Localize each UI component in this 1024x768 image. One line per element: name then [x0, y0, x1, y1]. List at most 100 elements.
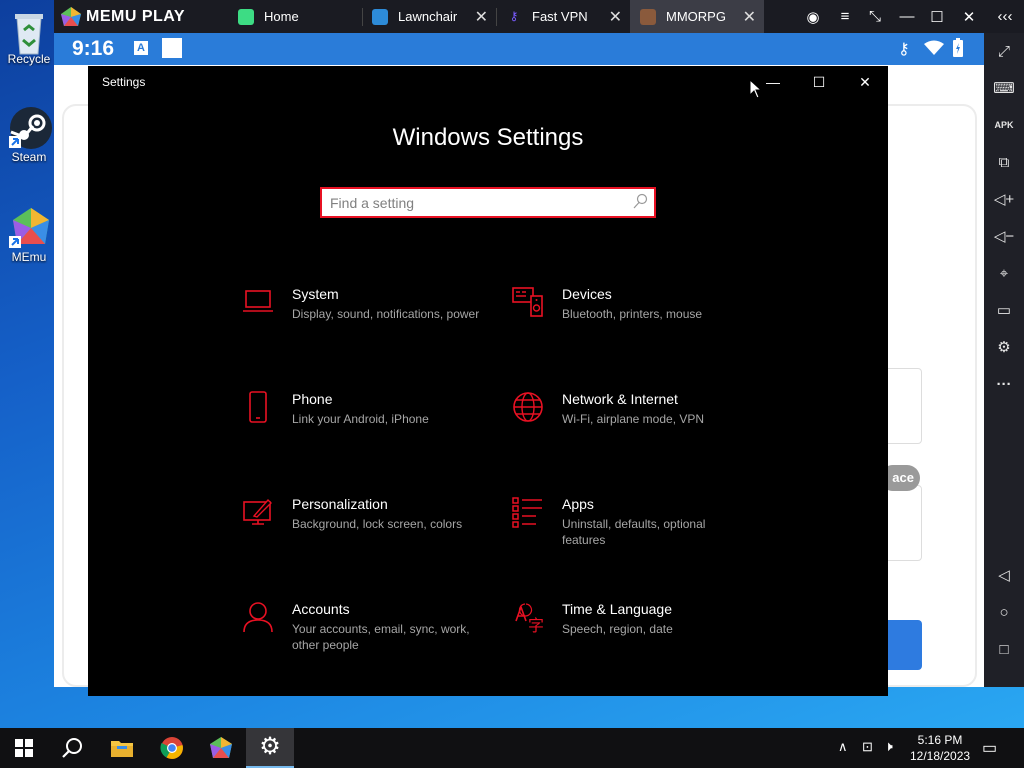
close-tab-icon[interactable]: ✕ [609, 7, 622, 27]
search-box[interactable] [320, 187, 656, 218]
close-tab-icon[interactable]: ✕ [475, 7, 488, 27]
taskbar-memu[interactable] [197, 728, 245, 768]
category-personalization[interactable]: Personalization Background, lock screen,… [242, 496, 502, 556]
android-back-icon[interactable]: ◁ [984, 561, 1024, 589]
battery-icon [953, 38, 963, 57]
memu-logo-icon [61, 7, 81, 26]
tab-home[interactable]: Home [238, 0, 362, 33]
memu-icon [9, 206, 49, 248]
tab-separator [496, 8, 497, 26]
memu-logo-text: MEMU PLAY [86, 8, 186, 25]
location-icon[interactable]: ⌖ [984, 259, 1024, 287]
paint-icon [243, 498, 272, 525]
category-time-language[interactable]: 字 Time & Language Speech, region, date [512, 601, 772, 661]
memu-sidebar: ⤢ ⌨ APK ⧉ ◁+ ◁− ⌖ ▭ ⚙ ··· ◁ ○ □ [984, 33, 1024, 687]
shrink-window-icon[interactable]: ⤡ [860, 0, 890, 33]
category-accounts[interactable]: Accounts Your accounts, email, sync, wor… [242, 601, 502, 661]
start-button[interactable] [0, 728, 48, 768]
close-icon[interactable]: ✕ [954, 0, 984, 33]
notifications-icon[interactable]: ▭ [982, 738, 997, 758]
svg-text:字: 字 [528, 616, 544, 633]
tab-separator [362, 8, 363, 26]
tab-fast-vpn[interactable]: ⚷ Fast VPN ✕ [506, 0, 630, 33]
volume-up-icon[interactable]: ◁+ [984, 185, 1024, 213]
category-description: Display, sound, notifications, power [292, 307, 480, 321]
folder-icon[interactable]: ▭ [984, 296, 1024, 324]
key-icon: ⚷ [506, 8, 522, 25]
taskbar-chrome[interactable] [148, 728, 196, 768]
desktop-icon-label: Steam [11, 150, 47, 164]
volume-muted-icon[interactable]: 🕨 [884, 738, 893, 755]
fullscreen-icon[interactable]: ⤢ [984, 37, 1024, 65]
tab-mmorpg[interactable]: MMORPG ✕ [630, 0, 764, 33]
taskbar-file-explorer[interactable] [98, 728, 146, 768]
desktop-icon-memu[interactable]: MEmu [0, 206, 58, 264]
laptop-icon [243, 290, 273, 312]
show-hidden-icons-chevron-icon[interactable]: ∧ [838, 739, 848, 755]
android-recents-icon[interactable]: □ [984, 635, 1024, 663]
mouse-cursor-icon [749, 79, 763, 99]
category-description: Your accounts, email, sync, work, other … [292, 622, 470, 652]
globe-icon [513, 392, 543, 422]
wifi-icon [924, 40, 944, 55]
apk-icon[interactable]: APK [984, 111, 1024, 139]
more-icon[interactable]: ··· [984, 370, 1024, 398]
desktop-icon-recycle-bin[interactable]: Recycle [0, 8, 58, 66]
taskbar-settings[interactable]: ⚙ [246, 728, 294, 768]
close-tab-icon[interactable]: ✕ [743, 7, 756, 27]
category-name: Personalization [292, 496, 388, 512]
settings-gear-icon: ⚙ [259, 733, 281, 760]
desktop-icon-label: MEmu [11, 250, 47, 264]
category-network-internet[interactable]: Network & Internet Wi-Fi, airplane mode,… [512, 391, 772, 451]
desktop-icon-steam[interactable]: Steam [0, 106, 58, 164]
category-phone[interactable]: Phone Link your Android, iPhone [242, 391, 502, 451]
phone-icon [249, 391, 267, 423]
category-description: Link your Android, iPhone [292, 412, 429, 426]
notification-icon [162, 38, 182, 58]
tab-lawnchair[interactable]: Lawnchair ✕ [372, 0, 496, 33]
volume-down-icon[interactable]: ◁− [984, 222, 1024, 250]
person-icon [243, 602, 273, 633]
taskbar: ⚙ ∧ ⊡ 🕨 5:16 PM 12/18/2023 ▭ [0, 728, 1024, 768]
devices-icon [512, 287, 543, 317]
page-title: Windows Settings [392, 124, 584, 151]
taskbar-clock[interactable]: 5:16 PM 12/18/2023 [910, 732, 970, 764]
category-description: Wi-Fi, airplane mode, VPN [562, 412, 705, 426]
menu-icon[interactable]: ≡ [830, 0, 860, 33]
category-devices[interactable]: Devices Bluetooth, printers, mouse [512, 286, 772, 346]
maximize-button[interactable]: ☐ [796, 66, 842, 98]
android-status-bar: 9:16 A ⚷ [54, 33, 984, 65]
category-name: Network & Internet [562, 391, 678, 407]
minimize-icon[interactable]: — [892, 0, 922, 33]
settings-gear-icon[interactable]: ⚙ [984, 333, 1024, 361]
category-apps[interactable]: Apps Uninstall, defaults, optional featu… [512, 496, 772, 556]
multi-instance-icon[interactable]: ⧉ [984, 148, 1024, 176]
category-name: Phone [292, 391, 333, 407]
search-input[interactable] [330, 193, 620, 213]
close-button[interactable]: ✕ [842, 66, 888, 98]
taskbar-time: 5:16 PM [917, 733, 963, 747]
collapse-sidebar-icon[interactable]: ‹‹‹ [986, 0, 1024, 33]
network-icon[interactable]: ⊡ [862, 739, 873, 755]
taskbar-date: 12/18/2023 [910, 749, 971, 763]
search-icon [62, 738, 82, 758]
keyboard-icon[interactable]: ⌨ [984, 74, 1024, 102]
lawnchair-app-icon [372, 8, 388, 25]
apps-list-icon [512, 497, 542, 528]
mmorpg-app-icon [640, 8, 656, 25]
chrome-icon [160, 737, 183, 759]
category-name: Devices [562, 286, 612, 302]
category-name: Accounts [292, 601, 350, 617]
steam-icon [9, 106, 52, 149]
tab-label: Lawnchair [398, 9, 458, 24]
android-home-icon[interactable]: ○ [984, 598, 1024, 626]
taskbar-search-button[interactable] [48, 728, 96, 768]
home-app-icon [238, 8, 254, 25]
tab-label: MMORPG [666, 9, 726, 24]
tab-label: Fast VPN [532, 9, 588, 24]
windows-logo-icon [15, 739, 33, 757]
category-system[interactable]: System Display, sound, notifications, po… [242, 286, 502, 346]
search-icon[interactable] [632, 193, 648, 211]
account-icon[interactable]: ◉ [798, 0, 828, 33]
maximize-icon[interactable]: ☐ [922, 0, 952, 33]
